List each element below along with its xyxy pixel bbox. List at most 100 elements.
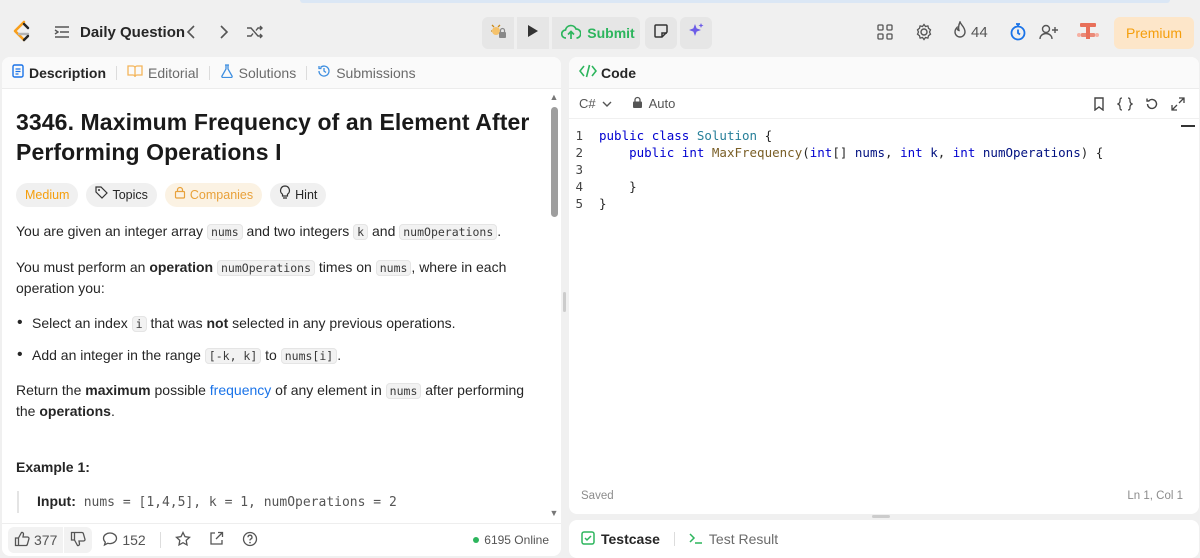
description-footer: 377 152 6195 Online (2, 523, 561, 556)
tab-testcase-label: Testcase (601, 531, 660, 547)
submit-button[interactable]: Submit (552, 17, 640, 49)
frequency-link[interactable]: frequency (210, 382, 271, 398)
comment-icon (102, 531, 118, 550)
thumbs-down-icon (70, 531, 86, 550)
mode-label: Auto (648, 96, 676, 111)
add-user-icon[interactable] (1038, 20, 1060, 44)
tag-icon (95, 185, 109, 205)
like-button[interactable]: 377 (8, 527, 64, 553)
chevron-left-icon[interactable] (180, 21, 202, 43)
tab-test-result[interactable]: Test Result (689, 531, 778, 547)
list-icon[interactable] (52, 22, 72, 42)
tab-description[interactable]: Description (12, 64, 116, 81)
comments-button[interactable]: 152 (102, 531, 146, 550)
debug-button[interactable] (482, 17, 514, 49)
share-icon[interactable] (209, 531, 224, 549)
like-count: 377 (34, 532, 58, 548)
save-status: Saved (581, 490, 614, 502)
code-inline: numOperations (217, 260, 316, 276)
gear-icon[interactable] (914, 20, 934, 44)
lightbulb-icon (279, 185, 291, 205)
language-select[interactable]: C# (579, 96, 612, 111)
dislike-button[interactable] (64, 527, 93, 553)
cursor-position: Ln 1, Col 1 (1127, 490, 1183, 502)
description-scrollbar[interactable]: ▲ ▼ (548, 89, 560, 521)
flask-icon (220, 64, 234, 81)
description-panel: Description Editorial Solutions Submissi… (2, 57, 561, 556)
code-header: Code (569, 57, 1199, 89)
online-dot-icon (473, 537, 480, 543)
mode-select[interactable]: Auto (632, 96, 676, 112)
horizontal-resize-handle[interactable] (872, 515, 890, 518)
run-toolbar: Submit (482, 17, 640, 49)
vertical-resize-handle[interactable] (563, 292, 566, 312)
tab-submissions[interactable]: Submissions (317, 64, 425, 81)
tab-testcase[interactable]: Testcase (581, 530, 660, 548)
star-icon[interactable] (174, 530, 191, 550)
editor-tools (1093, 97, 1185, 116)
streak-count: 44 (971, 23, 988, 41)
help-icon[interactable] (242, 531, 258, 550)
problem-title: 3346. Maximum Frequency of an Element Af… (16, 109, 530, 165)
layout-icon[interactable] (876, 20, 894, 44)
code-editor[interactable]: 1 public class Solution { 2 public int Ma… (569, 127, 1189, 212)
code-panel-title: Code (601, 64, 636, 81)
reset-icon[interactable] (1145, 97, 1159, 116)
code-inline: k (353, 224, 369, 240)
code-line: 4 } (575, 179, 637, 194)
streak-counter[interactable]: 44 (952, 19, 988, 44)
code-line: 5} (575, 196, 607, 211)
timer-icon[interactable] (1008, 20, 1028, 44)
submit-label: Submit (587, 25, 635, 41)
code-inline: nums[i] (280, 348, 338, 364)
example-input-value: nums = [1,4,5], k = 1, numOperations = 2 (75, 495, 397, 510)
daily-question-link[interactable]: Daily Question (80, 22, 185, 42)
tab-editorial[interactable]: Editorial (127, 64, 209, 81)
tab-test-result-label: Test Result (708, 531, 779, 547)
format-braces-icon[interactable] (1116, 97, 1134, 116)
hint-chip[interactable]: Hint (270, 183, 327, 207)
top-accent-line (300, 0, 1170, 3)
online-indicator: 6195 Online (473, 533, 549, 547)
scrollbar-thumb[interactable] (551, 107, 558, 217)
note-icon (653, 23, 669, 44)
tab-submissions-label: Submissions (336, 64, 416, 81)
chevron-right-icon[interactable] (213, 21, 235, 43)
play-icon (527, 24, 539, 43)
shuffle-icon[interactable] (244, 21, 266, 43)
list-item: Add an integer in the range [-k, k] to n… (16, 345, 536, 366)
tab-divider (673, 532, 675, 546)
brand-icon[interactable] (1076, 20, 1100, 44)
run-button[interactable] (517, 17, 549, 49)
flame-icon (952, 19, 968, 44)
problem-description: 3346. Maximum Frequency of an Element Af… (16, 107, 536, 513)
tab-divider (208, 65, 210, 80)
scroll-down-arrow-icon[interactable]: ▼ (549, 508, 559, 518)
tab-divider (116, 65, 118, 80)
code-line: 1 public class Solution { (575, 128, 773, 143)
operation-rules-list: Select an index i that was not selected … (16, 313, 536, 366)
description-paragraph-1: You are given an integer array nums and … (16, 223, 502, 240)
leetcode-logo-icon[interactable] (10, 20, 34, 44)
code-inline: [-k, k] (204, 348, 262, 364)
tab-solutions[interactable]: Solutions (220, 64, 307, 81)
list-item: Select an index i that was not selected … (16, 313, 536, 334)
description-paragraph-2: You must perform an operation numOperati… (16, 259, 507, 296)
bookmark-icon[interactable] (1093, 97, 1105, 116)
footer-divider (159, 532, 161, 548)
premium-button[interactable]: Premium (1114, 17, 1194, 49)
scroll-up-arrow-icon[interactable]: ▲ (549, 92, 559, 102)
companies-chip[interactable]: Companies (164, 183, 263, 207)
description-paragraph-3: Return the maximum possible frequency of… (16, 382, 525, 419)
description-tabs: Description Editorial Solutions Submissi… (2, 57, 561, 89)
problem-chips: Medium Topics Companies Hint (16, 183, 536, 207)
expand-icon[interactable] (1171, 97, 1185, 116)
example-title: Example 1: (16, 459, 90, 475)
checkbox-icon (581, 530, 595, 548)
topics-chip[interactable]: Topics (86, 183, 157, 207)
example-block: Input: nums = [1,4,5], k = 1, numOperati… (17, 491, 536, 513)
note-button[interactable] (645, 17, 677, 49)
code-inline: numOperations (399, 224, 498, 240)
ai-assist-button[interactable] (680, 17, 712, 49)
code-panel: Code C# Auto 1 public class Solution { 2 … (569, 57, 1199, 514)
